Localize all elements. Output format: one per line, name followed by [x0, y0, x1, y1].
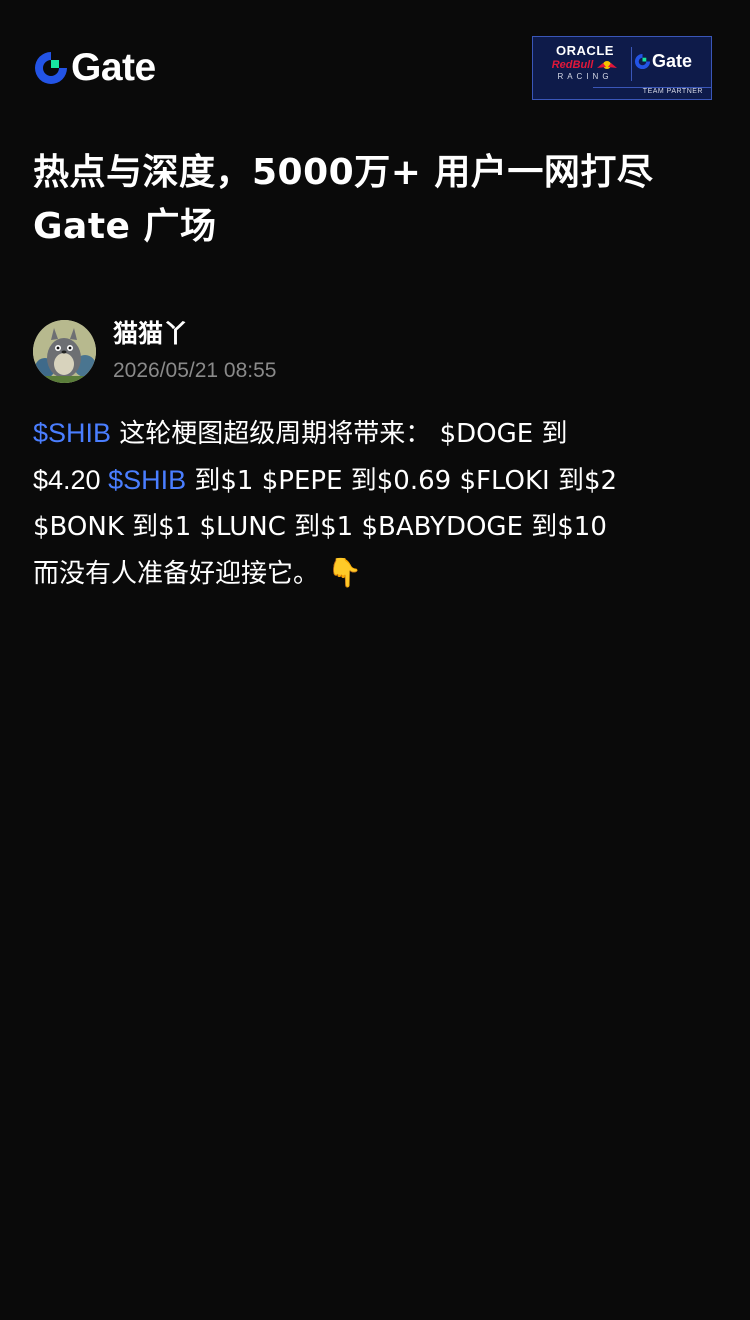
headline-line-1: 热点与深度，5000万+ 用户一网打尽 — [33, 152, 654, 193]
partner-gate-logo: Gate — [634, 51, 692, 71]
team-partner-badge: ORACLE RedBull RACING Gate TEAM PARTNER — [532, 36, 712, 100]
post-timestamp: 2026/05/21 08:55 — [113, 359, 277, 382]
oracle-redbull-logo: ORACLE RedBull RACING — [541, 44, 629, 82]
post-author: 猫猫丫 2026/05/21 08:55 — [33, 320, 713, 384]
app-header: Gate ORACLE RedBull RACING Gate TEAM PAR… — [33, 34, 712, 102]
post-content: $SHIB 这轮梗图超级周期将带来： $DOGE 到 $4.20 $SHIB 到… — [33, 410, 723, 597]
post-text: 到$1 $PEPE 到$0.69 $FLOKI 到$2 — [186, 466, 618, 496]
avatar[interactable] — [33, 320, 96, 383]
headline-line-2: Gate 广场 — [33, 206, 217, 247]
bull-icon — [597, 61, 618, 69]
team-partner-label: TEAM PARTNER — [642, 88, 703, 95]
gate-mini-icon — [634, 53, 651, 69]
gate-logo[interactable]: Gate — [33, 48, 156, 88]
post-text: 而没有人准备好迎接它。 — [33, 559, 320, 589]
ticker-link-shib[interactable]: $SHIB — [108, 465, 186, 495]
post-text: 这轮梗图超级周期将带来： $DOGE 到 — [111, 419, 568, 449]
oracle-label: ORACLE — [556, 43, 614, 58]
ticker-link-shib[interactable]: $SHIB — [33, 418, 111, 448]
gate-logo-icon — [35, 52, 67, 84]
racing-label: RACING — [557, 72, 613, 81]
redbull-label: RedBull — [551, 59, 594, 71]
partner-divider — [631, 47, 632, 81]
post-line-1: $SHIB 这轮梗图超级周期将带来： $DOGE 到 — [33, 410, 723, 457]
pointing-down-icon: 👇 — [327, 556, 362, 589]
post-line-2: $4.20 $SHIB 到$1 $PEPE 到$0.69 $FLOKI 到$2 — [33, 457, 723, 504]
redbull-row: RedBull — [541, 59, 629, 71]
page-headline: 热点与深度，5000万+ 用户一网打尽 Gate 广场 — [33, 146, 713, 254]
brand-name: Gate — [71, 46, 156, 89]
post-line-4: 而没有人准备好迎接它。 👇 — [33, 550, 723, 597]
author-name[interactable]: 猫猫丫 — [113, 320, 188, 348]
partner-gate-label: Gate — [652, 51, 693, 71]
post-line-3: $BONK 到$1 $LUNC 到$1 $BABYDOGE 到$10 — [33, 512, 607, 542]
post-text: $4.20 — [33, 465, 109, 495]
avatar-image — [33, 320, 96, 383]
